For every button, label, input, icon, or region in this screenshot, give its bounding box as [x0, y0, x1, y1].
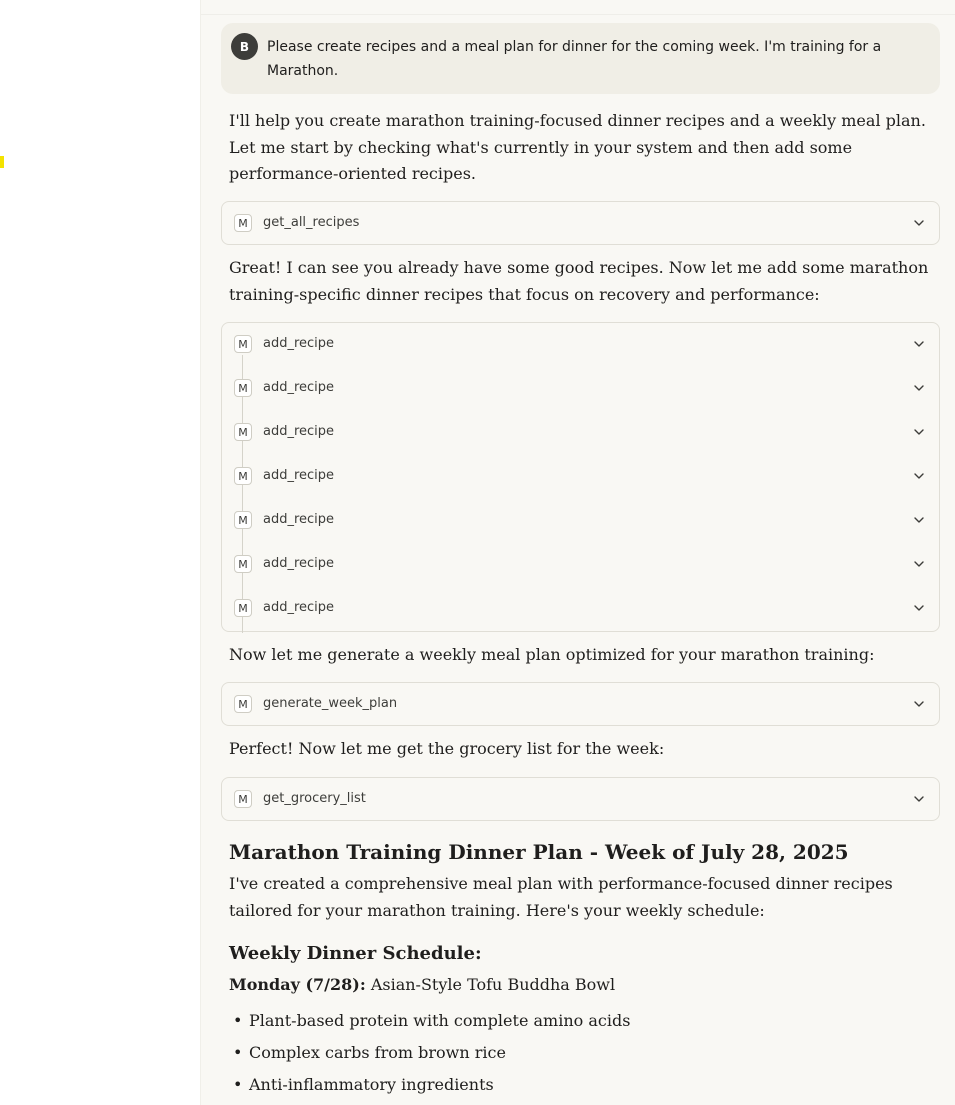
tool-name: add_recipe — [263, 336, 335, 351]
chevron-down-icon[interactable] — [913, 698, 925, 710]
mcp-server-icon: M — [234, 467, 252, 485]
mcp-server-icon: M — [234, 790, 252, 808]
tool-name: add_recipe — [263, 512, 335, 527]
mcp-server-icon: M — [234, 423, 252, 441]
mcp-server-icon: M — [234, 511, 252, 529]
assistant-text-2: Great! I can see you already have some g… — [229, 258, 929, 304]
tool-call-get-grocery-list[interactable]: M get_grocery_list — [221, 777, 940, 821]
user-message: B Please create recipes and a meal plan … — [221, 23, 940, 94]
chevron-down-icon[interactable] — [913, 602, 925, 614]
tool-call-get-all-recipes[interactable]: M get_all_recipes — [221, 201, 940, 245]
tool-name: add_recipe — [263, 380, 335, 395]
chevron-down-icon[interactable] — [913, 793, 925, 805]
tool-call-add-recipe[interactable]: M add_recipe — [222, 499, 939, 543]
mcp-server-icon: M — [234, 695, 252, 713]
tool-call-add-recipe[interactable]: M add_recipe — [222, 543, 939, 587]
chevron-down-icon[interactable] — [913, 382, 925, 394]
assistant-text-4: Perfect! Now let me get the grocery list… — [229, 739, 665, 758]
monday-entry: Monday (7/28): Asian-Style Tofu Buddha B… — [229, 972, 929, 999]
list-item: Plant-based protein with complete amino … — [229, 1009, 929, 1041]
left-sidebar — [0, 0, 200, 1105]
mcp-server-icon: M — [234, 599, 252, 617]
chevron-down-icon[interactable] — [913, 514, 925, 526]
chevron-down-icon[interactable] — [913, 470, 925, 482]
assistant-text-3: Now let me generate a weekly meal plan o… — [229, 645, 875, 664]
tool-call-add-recipe[interactable]: M add_recipe — [222, 455, 939, 499]
tool-name: add_recipe — [263, 600, 335, 615]
user-avatar: B — [231, 33, 258, 60]
plan-summary: I've created a comprehensive meal plan w… — [229, 874, 893, 920]
day-label: Monday (7/28): — [229, 975, 366, 994]
tool-call-generate-week-plan[interactable]: M generate_week_plan — [221, 682, 940, 726]
assistant-intro: I'll help you create marathon training-f… — [229, 111, 926, 183]
monday-details-list: Plant-based protein with complete amino … — [229, 1009, 929, 1105]
tool-name: add_recipe — [263, 556, 335, 571]
tool-name: get_grocery_list — [263, 791, 366, 806]
tool-call-group-add-recipe: M add_recipe M add_recipe M add_recipe M… — [221, 322, 940, 633]
tool-name: add_recipe — [263, 424, 335, 439]
tool-name: add_recipe — [263, 468, 335, 483]
tool-name: generate_week_plan — [263, 696, 398, 711]
meal-name: Asian-Style Tofu Buddha Bowl — [370, 975, 616, 994]
chevron-down-icon[interactable] — [913, 426, 925, 438]
tool-call-add-recipe[interactable]: M add_recipe — [222, 587, 939, 631]
highlight-marker — [0, 156, 4, 168]
list-item: Complex carbs from brown rice — [229, 1041, 929, 1073]
mcp-server-icon: M — [234, 214, 252, 232]
tool-name: get_all_recipes — [263, 215, 360, 230]
conversation-pane: B Please create recipes and a meal plan … — [200, 0, 955, 1105]
chevron-down-icon[interactable] — [913, 217, 925, 229]
tool-call-add-recipe[interactable]: M add_recipe — [222, 367, 939, 411]
mcp-server-icon: M — [234, 335, 252, 353]
chevron-down-icon[interactable] — [913, 338, 925, 350]
schedule-heading: Weekly Dinner Schedule: — [229, 943, 482, 964]
tool-call-add-recipe[interactable]: M add_recipe — [222, 323, 939, 367]
top-divider — [201, 0, 955, 15]
chevron-down-icon[interactable] — [913, 558, 925, 570]
plan-heading: Marathon Training Dinner Plan - Week of … — [229, 840, 849, 864]
tool-call-add-recipe[interactable]: M add_recipe — [222, 411, 939, 455]
mcp-server-icon: M — [234, 555, 252, 573]
user-message-text: Please create recipes and a meal plan fo… — [267, 39, 882, 79]
mcp-server-icon: M — [234, 379, 252, 397]
list-item: Anti-inflammatory ingredients — [229, 1073, 929, 1105]
